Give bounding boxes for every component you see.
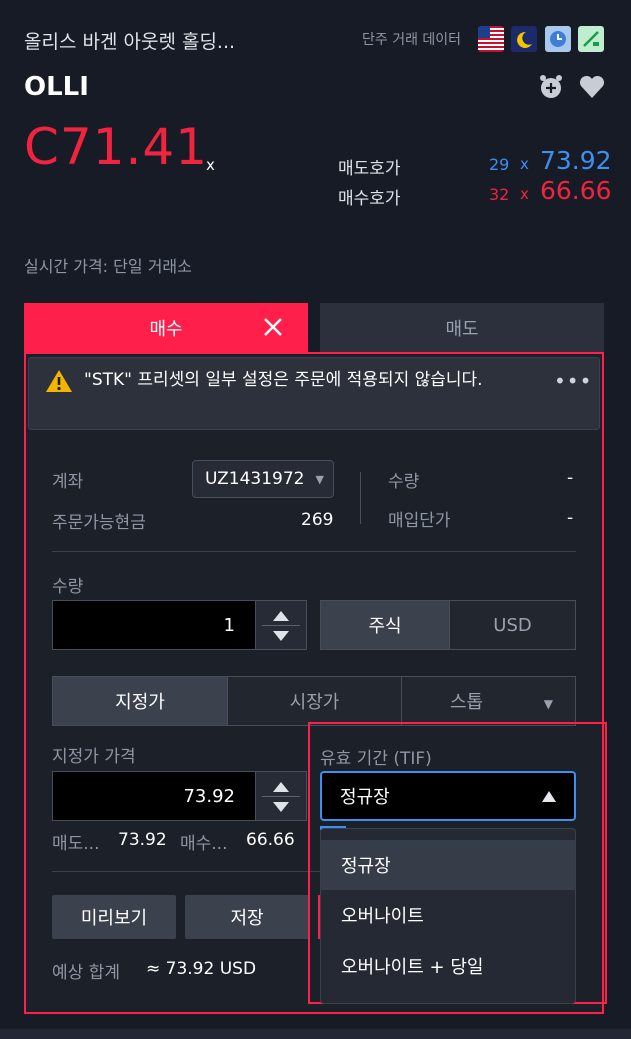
limit-price-value: 73.92	[183, 785, 235, 807]
horizontal-scrollbar[interactable]	[0, 1029, 631, 1039]
tif-select[interactable]: 정규장	[320, 771, 576, 821]
tif-option-overnight[interactable]: 오버나이트	[321, 890, 575, 940]
realtime-price-label: 실시간 가격: 단일 거래소	[24, 257, 192, 276]
unit-shares-button[interactable]: 주식	[320, 600, 450, 650]
alarm-clock-icon[interactable]	[537, 73, 565, 101]
quantity-value: 1	[223, 614, 235, 636]
estimated-total-value: ≈ 73.92 USD	[146, 959, 257, 979]
close-icon[interactable]	[262, 316, 284, 338]
position-qty-label: 수량	[388, 472, 420, 492]
bid-label: 매수호가	[338, 189, 401, 209]
limit-bid-value[interactable]: 66.66	[246, 830, 295, 850]
limit-ask-label: 매도...	[52, 834, 100, 854]
order-type-limit[interactable]: 지정가	[52, 676, 228, 726]
tif-selected-value: 정규장	[340, 787, 390, 808]
unit-usd-button[interactable]: USD	[449, 600, 576, 650]
warning-icon	[46, 370, 72, 392]
quantity-label: 수량	[52, 577, 84, 597]
account-label: 계좌	[52, 472, 84, 492]
order-type-stop-label: 스톱	[450, 692, 484, 713]
tif-option-regular[interactable]: 정규장	[321, 840, 575, 890]
odd-lot-data-label: 단주 거래 데이터	[362, 32, 462, 48]
more-options-icon[interactable]: •••	[554, 369, 592, 393]
tab-sell-label: 매도	[445, 318, 479, 340]
order-type-market[interactable]: 시장가	[227, 676, 402, 726]
heart-icon[interactable]	[578, 73, 606, 101]
order-type-stop[interactable]: 스톱 ▼	[401, 676, 576, 726]
avg-price-value: -	[567, 508, 574, 528]
us-flag-icon[interactable]	[478, 26, 504, 52]
available-cash-label: 주문가능현금	[52, 513, 146, 533]
last-price: C71.41	[24, 118, 209, 176]
ask-price[interactable]: 73.92	[540, 146, 612, 175]
ticker-symbol: OLLI	[24, 72, 89, 102]
section-divider	[52, 551, 576, 552]
arrow-up-icon[interactable]	[273, 782, 289, 792]
chevron-up-icon	[542, 791, 556, 802]
preset-warning-text: "STK" 프리셋의 일부 설정은 주문에 적용되지 않습니다.	[84, 370, 483, 390]
arrow-down-icon[interactable]	[273, 631, 289, 641]
limit-price-input[interactable]: 73.92	[52, 771, 256, 821]
avg-price-label: 매입단가	[388, 511, 451, 531]
ask-x: x	[520, 155, 529, 173]
limit-bid-label: 매수...	[180, 834, 228, 854]
overnight-moon-icon[interactable]	[511, 26, 537, 52]
quantity-stepper[interactable]	[255, 600, 307, 650]
limit-price-label: 지정가 가격	[52, 747, 136, 767]
last-price-suffix: x	[206, 156, 215, 174]
available-cash-value: 269	[301, 510, 334, 530]
bid-size: 32	[489, 185, 510, 204]
ask-label: 매도호가	[338, 159, 401, 179]
tif-dropdown-menu: 정규장 오버나이트 오버나이트 + 당일	[320, 828, 576, 1004]
tab-buy-label: 매수	[149, 318, 183, 340]
quantity-input[interactable]: 1	[52, 600, 256, 650]
bid-price[interactable]: 66.66	[540, 176, 612, 205]
clock-icon[interactable]	[545, 26, 571, 52]
arrow-down-icon[interactable]	[273, 802, 289, 812]
estimated-total-label: 예상 합계	[52, 963, 120, 983]
tif-option-overnight-day[interactable]: 오버나이트 + 당일	[321, 941, 575, 991]
arrow-up-icon[interactable]	[273, 611, 289, 621]
tab-buy[interactable]: 매수	[24, 303, 308, 352]
bid-x: x	[520, 185, 529, 203]
limit-ask-value[interactable]: 73.92	[118, 830, 167, 850]
chart-trend-icon[interactable]	[578, 26, 604, 52]
account-select[interactable]: UZ1431972 ▼	[192, 460, 334, 498]
ask-size: 29	[489, 155, 510, 174]
company-name: 올리스 바겐 아웃렛 홀딩...	[24, 31, 236, 53]
preview-button[interactable]: 미리보기	[52, 895, 176, 939]
limit-price-stepper[interactable]	[255, 771, 307, 821]
chevron-down-icon: ▼	[315, 473, 324, 486]
account-value: UZ1431972	[205, 469, 305, 489]
save-button[interactable]: 저장	[185, 895, 309, 939]
chevron-down-icon: ▼	[543, 697, 553, 711]
position-qty-value: -	[567, 468, 574, 488]
tab-sell[interactable]: 매도	[320, 303, 604, 352]
account-divider	[360, 472, 361, 524]
tif-label: 유효 기간 (TIF)	[320, 749, 432, 769]
